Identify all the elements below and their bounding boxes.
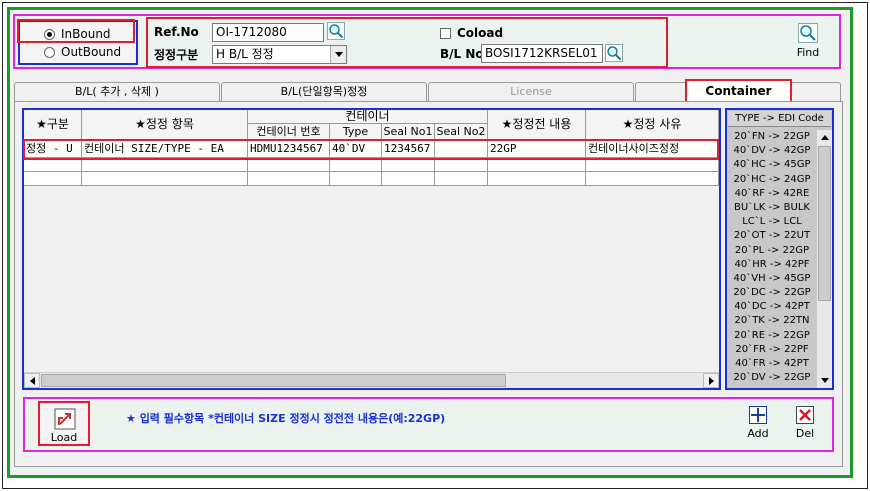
- empty-cell[interactable]: [586, 158, 719, 172]
- edi-code-item[interactable]: 20`HC -> 24GP: [728, 173, 816, 187]
- tab-bl-add-delete[interactable]: B/L( 추가 , 삭제 ): [14, 82, 220, 101]
- header-type[interactable]: Type: [330, 124, 382, 140]
- header-reason[interactable]: ★정정 사유: [586, 110, 719, 140]
- edi-code-item[interactable]: 20`DC -> 22GP: [728, 286, 816, 300]
- radio-selected-icon: [44, 28, 55, 40]
- edi-code-item[interactable]: 20`FN -> 22GP: [728, 130, 816, 144]
- delete-button[interactable]: Del: [792, 406, 818, 440]
- edi-code-item[interactable]: 40`HC -> 45GP: [728, 158, 816, 172]
- ref-no-label: Ref.No: [154, 25, 199, 39]
- add-icon: [749, 406, 767, 424]
- edi-code-item[interactable]: 20`FR -> 22PF: [728, 343, 816, 357]
- header-item[interactable]: ★정정 항목: [82, 110, 248, 140]
- empty-cell[interactable]: [488, 158, 586, 172]
- add-label: Add: [747, 427, 769, 440]
- ref-search-icon[interactable]: [327, 22, 345, 40]
- delete-label: Del: [795, 427, 815, 440]
- empty-cell[interactable]: [488, 172, 586, 186]
- tab-bl-single-correction[interactable]: B/L(단일항목)정정: [221, 82, 427, 101]
- tab-license[interactable]: License: [428, 82, 634, 101]
- inbound-label: InBound: [61, 27, 111, 41]
- edi-code-item[interactable]: 20`DV -> 22GP: [728, 371, 816, 385]
- edi-code-item[interactable]: 40`DC -> 42PT: [728, 300, 816, 314]
- edi-code-item[interactable]: 20`RE -> 22GP: [728, 329, 816, 343]
- edi-code-item[interactable]: 40`HR -> 42PF: [728, 258, 816, 272]
- header-category[interactable]: ★구분: [24, 110, 82, 140]
- header-seal2[interactable]: Seal No2: [435, 124, 488, 140]
- empty-cell[interactable]: [248, 158, 330, 172]
- radio-unselected-icon: [44, 46, 55, 58]
- edi-code-list[interactable]: 20`FN -> 22GP 40`DV -> 42GP 40`HC -> 45GP 2…: [728, 130, 816, 386]
- find-label: Find: [796, 46, 820, 59]
- selected-row-highlight: [23, 139, 719, 160]
- bl-no-label: B/L No: [440, 47, 484, 61]
- header-container-no[interactable]: 컨테이너 번호: [248, 124, 330, 140]
- scroll-right-icon[interactable]: [703, 373, 719, 388]
- edi-code-item[interactable]: 40`DV -> 42GP: [728, 144, 816, 158]
- coload-label: Coload: [457, 26, 504, 40]
- scroll-thumb[interactable]: [41, 374, 506, 387]
- edi-code-item[interactable]: 20`TK -> 22TN: [728, 314, 816, 328]
- empty-cell[interactable]: [24, 172, 82, 186]
- bl-search-icon[interactable]: [605, 44, 623, 62]
- scroll-down-icon[interactable]: [817, 373, 832, 388]
- empty-cell[interactable]: [382, 172, 435, 186]
- vertical-scroll-thumb[interactable]: [818, 146, 831, 301]
- edi-code-item[interactable]: LC`L -> LCL: [728, 215, 816, 229]
- scroll-left-icon[interactable]: [24, 373, 40, 388]
- empty-cell[interactable]: [330, 172, 382, 186]
- ref-no-input[interactable]: OI-1712080: [212, 23, 324, 42]
- load-button[interactable]: Load: [38, 401, 90, 446]
- outbound-radio[interactable]: OutBound: [44, 45, 121, 59]
- empty-cell[interactable]: [82, 172, 248, 186]
- delete-icon: [796, 406, 814, 424]
- coload-checkbox[interactable]: Coload: [440, 26, 503, 40]
- edi-code-item[interactable]: 40`FR -> 42PT: [728, 357, 816, 371]
- bl-no-input[interactable]: BOSI1712KRSEL01: [481, 44, 603, 63]
- empty-cell[interactable]: [330, 158, 382, 172]
- load-icon: [54, 408, 76, 430]
- edi-code-item[interactable]: 40`VH -> 45GP: [728, 272, 816, 286]
- header-container-group: 컨테이너: [248, 110, 488, 124]
- required-notice: ★ 입력 필수항목 *컨테이너 SIZE 정정시 정전전 내용은(예:22GP): [126, 412, 446, 425]
- tab-container-label[interactable]: Container: [685, 79, 792, 103]
- dropdown-arrow-icon[interactable]: [330, 46, 346, 63]
- checkbox-unchecked-icon: [440, 27, 451, 39]
- find-button[interactable]: Find: [795, 23, 821, 59]
- empty-cell[interactable]: [435, 158, 488, 172]
- add-button[interactable]: Add: [745, 406, 771, 440]
- inbound-radio[interactable]: InBound: [44, 27, 111, 41]
- empty-cell[interactable]: [24, 158, 82, 172]
- correction-type-value: H B/L 정정: [216, 47, 274, 61]
- empty-cell[interactable]: [248, 172, 330, 186]
- empty-cell[interactable]: [82, 158, 248, 172]
- empty-cell[interactable]: [586, 172, 719, 186]
- outbound-label: OutBound: [61, 45, 122, 59]
- vertical-scrollbar[interactable]: [817, 130, 832, 388]
- correction-type-select[interactable]: H B/L 정정: [212, 45, 347, 64]
- empty-cell[interactable]: [435, 172, 488, 186]
- header-before[interactable]: ★정정전 내용: [488, 110, 586, 140]
- edi-code-item[interactable]: 20`PL -> 22GP: [728, 244, 816, 258]
- empty-cell[interactable]: [382, 158, 435, 172]
- edi-code-item[interactable]: 40`RF -> 42RE: [728, 187, 816, 201]
- load-label: Load: [50, 431, 78, 444]
- edi-panel-title: TYPE -> EDI Code: [728, 111, 831, 127]
- header-seal1[interactable]: Seal No1: [382, 124, 435, 140]
- edi-code-item[interactable]: BU`LK -> BULK: [728, 201, 816, 215]
- find-icon: [798, 23, 818, 43]
- edi-code-item[interactable]: 20`OT -> 22UT: [728, 229, 816, 243]
- horizontal-scrollbar[interactable]: [24, 372, 719, 388]
- correction-type-label: 정정구분: [154, 48, 199, 62]
- scroll-up-icon[interactable]: [817, 130, 832, 145]
